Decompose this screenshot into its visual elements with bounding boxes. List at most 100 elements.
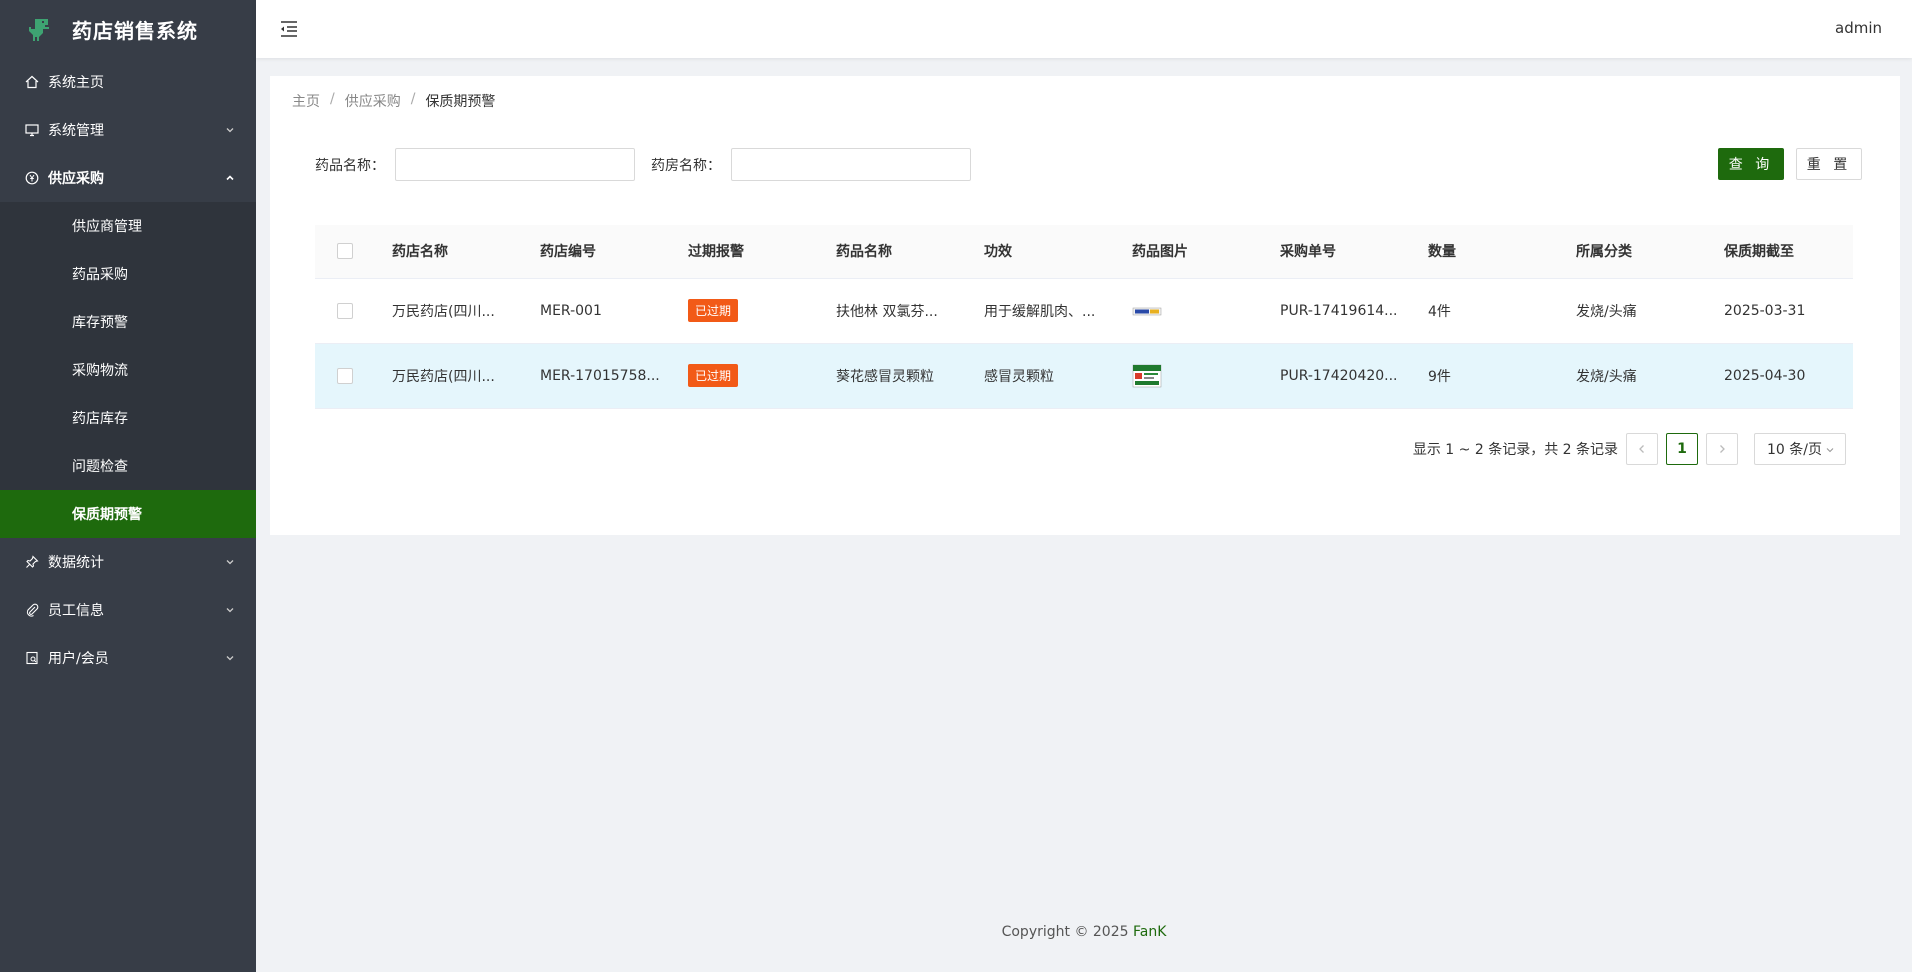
drug-name-input[interactable] [395, 148, 635, 181]
column-header: 过期报警 [682, 225, 830, 279]
pagination-summary: 显示 1 ~ 2 条记录，共 2 条记录 [1412, 442, 1618, 458]
footer: Copyright © 2025 FanK [256, 924, 1912, 940]
effect-cell: 感冒灵颗粒 [978, 343, 1126, 409]
column-header: 药店编号 [534, 225, 682, 279]
sidebar-item-expiry-warning[interactable]: 保质期预警 [0, 490, 256, 538]
user-menu[interactable]: admin [1835, 19, 1882, 37]
breadcrumb-separator: / [330, 91, 335, 107]
chevron-left-icon [1639, 445, 1644, 453]
sidebar-item-label: 员工信息 [48, 603, 104, 619]
chevron-down-icon [226, 608, 234, 613]
table-row[interactable]: 万民药店(四川... MER-001 已过期 扶他林 双氯芬... 用于缓解肌肉… [315, 278, 1853, 344]
menu-fold-icon[interactable] [278, 18, 300, 40]
chevron-down-icon [226, 656, 234, 661]
store-name-cell: 万民药店(四川... [386, 278, 534, 344]
supply-submenu: 供应商管理 药品采购 库存预警 采购物流 药店库存 问题检查 保质期预警 [0, 202, 256, 538]
select-all-cell [315, 225, 386, 279]
yen-circle-icon [24, 170, 40, 186]
search-form: 药品名称： 药房名称： [315, 148, 987, 181]
query-button[interactable]: 查 询 [1718, 148, 1784, 180]
top-header: admin [256, 0, 1912, 58]
sidebar-menu-lower: 数据统计 员工信息 用户/会员 [0, 538, 256, 682]
drug-image-cell [1126, 278, 1274, 344]
drug-image-thumbnail[interactable] [1132, 299, 1162, 323]
category-cell: 发烧/头痛 [1570, 278, 1718, 344]
sidebar-item-issue-check[interactable]: 问题检查 [0, 442, 256, 490]
order-number-cell: PUR-17420420... [1274, 343, 1422, 409]
column-header: 药品名称 [830, 225, 978, 279]
chevron-right-icon [1720, 445, 1725, 453]
alarm-cell: 已过期 [682, 278, 830, 344]
effect-cell: 用于缓解肌肉、... [978, 278, 1126, 344]
sidebar-item-label: 采购物流 [72, 363, 128, 379]
sidebar-item-supply[interactable]: 供应采购 [0, 154, 256, 202]
sidebar-item-supplier-management[interactable]: 供应商管理 [0, 202, 256, 250]
row-select-cell [315, 278, 386, 344]
sidebar-menu: 系统主页 系统管理 供应采购 [0, 58, 256, 202]
sidebar-item-label: 药品采购 [72, 267, 128, 283]
logo: 药店销售系统 [0, 0, 256, 58]
table-header-row: 药店名称 药店编号 过期报警 药品名称 功效 药品图片 采购单号 数量 所属分类… [315, 225, 1853, 279]
sidebar-item-purchase-logistics[interactable]: 采购物流 [0, 346, 256, 394]
column-header: 药品图片 [1126, 225, 1274, 279]
sidebar-item-home[interactable]: 系统主页 [0, 58, 256, 106]
content-card: 主页 / 供应采购 / 保质期预警 药品名称： 药房名称： 查 询 重 置 药店… [270, 76, 1900, 535]
table-row[interactable]: 万民药店(四川... MER-17015758... 已过期 葵花感冒灵颗粒 感… [315, 343, 1853, 409]
expiry-warning-table: 药店名称 药店编号 过期报警 药品名称 功效 药品图片 采购单号 数量 所属分类… [315, 225, 1853, 409]
column-header: 保质期截至 [1718, 225, 1853, 279]
quantity-cell: 9件 [1422, 343, 1570, 409]
pagination: 显示 1 ~ 2 条记录，共 2 条记录 1 10 条/页 [1413, 433, 1846, 465]
page-size-select[interactable]: 10 条/页 [1754, 433, 1846, 465]
sidebar-item-label: 问题检查 [72, 459, 128, 475]
column-header: 药店名称 [386, 225, 534, 279]
footer-brand: FanK [1132, 924, 1167, 940]
sidebar-item-stock-warning[interactable]: 库存预警 [0, 298, 256, 346]
dinosaur-logo-icon [29, 19, 49, 41]
paperclip-icon [24, 602, 40, 618]
expire-date-cell: 2025-03-31 [1718, 278, 1853, 344]
sidebar-item-staff[interactable]: 员工信息 [0, 586, 256, 634]
sidebar-item-users[interactable]: 用户/会员 [0, 634, 256, 682]
sidebar-item-label: 系统管理 [48, 123, 104, 139]
category-cell: 发烧/头痛 [1570, 343, 1718, 409]
reset-button[interactable]: 重 置 [1796, 148, 1862, 180]
page-number-button[interactable]: 1 [1666, 433, 1698, 465]
sidebar-item-label: 供应商管理 [72, 219, 142, 235]
pharmacy-name-label: 药房名称： [651, 157, 721, 174]
pharmacy-name-input[interactable] [731, 148, 971, 181]
breadcrumb-home[interactable]: 主页 [292, 91, 320, 111]
chevron-down-icon [226, 128, 234, 133]
store-code-cell: MER-001 [534, 278, 682, 344]
order-number-cell: PUR-17419614... [1274, 278, 1422, 344]
sidebar-item-system[interactable]: 系统管理 [0, 106, 256, 154]
sidebar-item-statistics[interactable]: 数据统计 [0, 538, 256, 586]
store-code-cell: MER-17015758... [534, 343, 682, 409]
copyright-text: Copyright © 2025 [1001, 924, 1133, 940]
alarm-cell: 已过期 [682, 343, 830, 409]
row-checkbox[interactable] [337, 367, 353, 384]
quantity-cell: 4件 [1422, 278, 1570, 344]
expire-date-cell: 2025-04-30 [1718, 343, 1853, 409]
drug-image-thumbnail[interactable] [1132, 364, 1162, 388]
sidebar: 药店销售系统 系统主页 系统管理 供应采购 供应商管理 药品采购 库存预警 采购… [0, 0, 256, 972]
pin-icon [24, 554, 40, 570]
home-icon [24, 74, 40, 90]
sidebar-item-label: 库存预警 [72, 315, 128, 331]
monitor-icon [24, 122, 40, 138]
expired-badge: 已过期 [688, 299, 739, 322]
sidebar-item-store-inventory[interactable]: 药店库存 [0, 394, 256, 442]
drug-name-cell: 扶他林 双氯芬... [830, 278, 978, 344]
sidebar-item-label: 数据统计 [48, 555, 104, 571]
prev-page-button[interactable] [1626, 433, 1658, 465]
row-select-cell [315, 343, 386, 409]
breadcrumb-parent[interactable]: 供应采购 [345, 91, 401, 111]
page-size-value: 10 条/页 [1767, 442, 1822, 458]
next-page-button[interactable] [1706, 433, 1738, 465]
select-all-checkbox[interactable] [337, 243, 353, 260]
sidebar-item-drug-purchase[interactable]: 药品采购 [0, 250, 256, 298]
drug-name-cell: 葵花感冒灵颗粒 [830, 343, 978, 409]
row-checkbox[interactable] [337, 302, 353, 319]
sidebar-item-label: 保质期预警 [72, 507, 142, 523]
sidebar-item-label: 药店库存 [72, 411, 128, 427]
column-header: 采购单号 [1274, 225, 1422, 279]
